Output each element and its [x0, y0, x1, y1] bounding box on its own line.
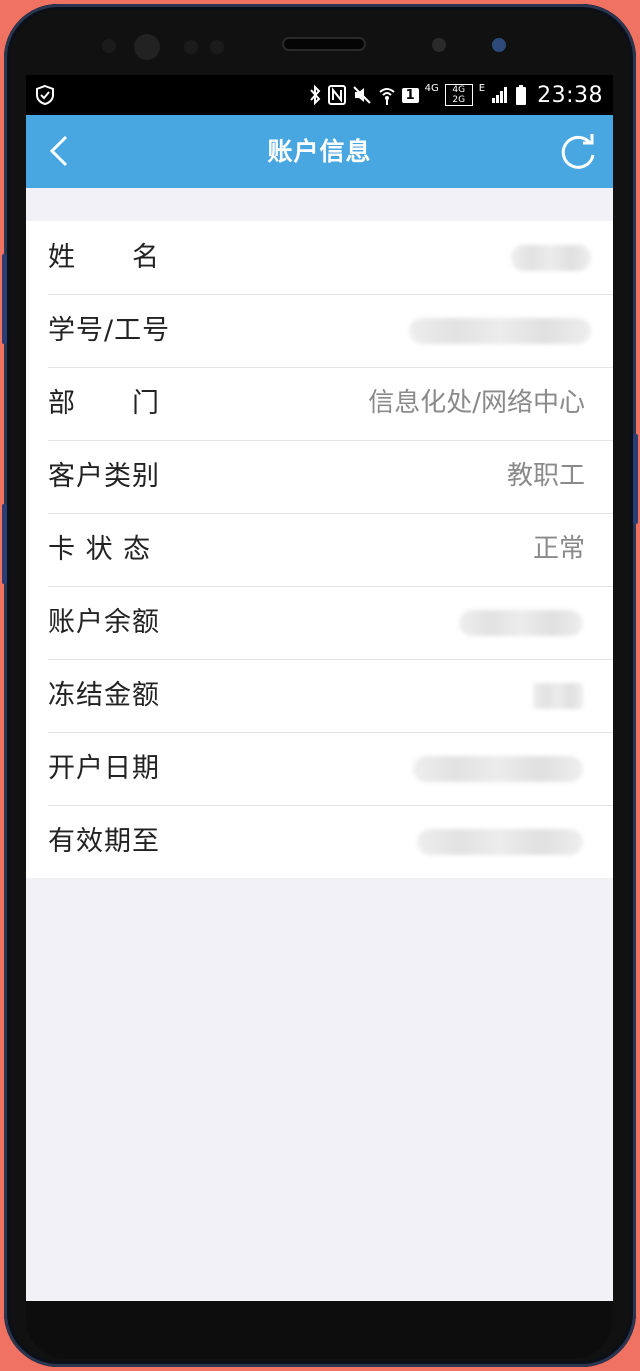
bluetooth-icon [309, 84, 320, 106]
page-title: 账户信息 [267, 137, 372, 166]
account-info-list: 姓 名 学号/工号 部 门 信息化处/网络中心 客户类别 教职工 卡 状 态 正… [26, 221, 613, 878]
redacted-value [459, 610, 583, 636]
row-label: 卡 状 态 [48, 534, 152, 565]
nav-bar: 账户信息 [26, 115, 613, 188]
row-customer-type[interactable]: 客户类别 教职工 [26, 440, 613, 513]
sim-badge: 1 [401, 87, 419, 103]
clock: 23:38 [537, 82, 603, 108]
shield-icon [36, 84, 54, 106]
network-type: 4G [424, 83, 439, 94]
redacted-value [417, 829, 583, 855]
row-label: 有效期至 [48, 826, 160, 857]
wifi-icon [378, 88, 395, 105]
sensor-dot [102, 39, 116, 53]
edge-indicator: E [478, 83, 486, 94]
side-button [2, 254, 7, 344]
status-icons: 1 4G 4G 2G E 23:38 [308, 75, 603, 115]
sensor-dot [134, 34, 160, 60]
row-label: 学号/工号 [48, 315, 171, 346]
row-value: 教职工 [506, 461, 585, 491]
network-type-secondary: 4G 2G [444, 84, 473, 106]
iris-sensor [492, 38, 506, 52]
row-valid-until[interactable]: 有效期至 [26, 805, 613, 878]
row-label: 冻结金额 [48, 680, 160, 711]
signal-icon [492, 87, 508, 103]
refresh-icon[interactable] [557, 131, 599, 173]
row-label: 开户日期 [48, 753, 160, 784]
row-frozen-amount[interactable]: 冻结金额 [26, 659, 613, 732]
row-value: 正常 [532, 534, 585, 564]
nfc-icon [327, 85, 346, 105]
battery-icon [516, 85, 527, 105]
bottom-bezel [26, 1301, 613, 1359]
status-bar: 1 4G 4G 2G E 23:38 [26, 75, 613, 115]
redacted-value [511, 245, 591, 271]
redacted-value [409, 318, 591, 344]
row-open-date[interactable]: 开户日期 [26, 732, 613, 805]
row-student-id[interactable]: 学号/工号 [26, 294, 613, 367]
row-label: 客户类别 [48, 461, 160, 492]
sensor-dot [210, 40, 224, 54]
front-camera [426, 32, 452, 58]
row-label: 账户余额 [48, 607, 160, 638]
mute-icon [352, 86, 371, 104]
row-label: 姓 名 [48, 242, 160, 273]
row-label: 部 门 [48, 388, 160, 419]
row-card-status[interactable]: 卡 状 态 正常 [26, 513, 613, 586]
app-screen: 1 4G 4G 2G E 23:38 账户信息 姓 名 学号/工号 部 门 信息… [26, 75, 613, 1301]
row-department[interactable]: 部 门 信息化处/网络中心 [26, 367, 613, 440]
redacted-value [413, 756, 583, 782]
redacted-value [533, 683, 583, 709]
earpiece-speaker [284, 39, 364, 49]
side-button [2, 504, 7, 584]
row-name[interactable]: 姓 名 [26, 221, 613, 294]
side-button [633, 434, 638, 524]
sensor-dot [184, 40, 198, 54]
row-balance[interactable]: 账户余额 [26, 586, 613, 659]
row-value: 信息化处/网络中心 [368, 388, 585, 418]
